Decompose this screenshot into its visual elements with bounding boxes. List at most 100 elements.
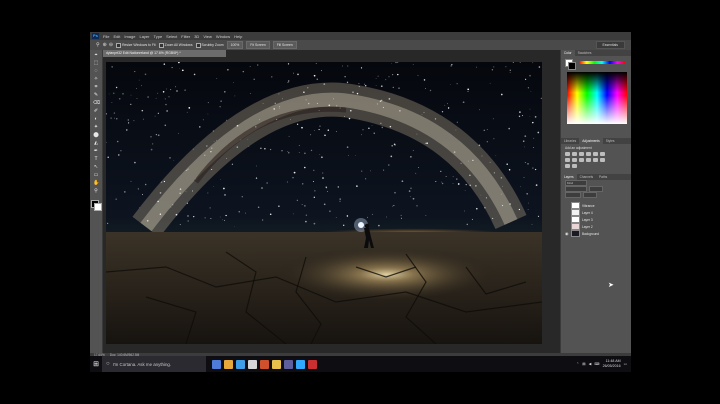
zoom-tool-icon[interactable]: ⚲: [93, 188, 99, 194]
image-canvas[interactable]: [106, 62, 542, 344]
workspace-select[interactable]: Essentials: [595, 41, 625, 49]
star: [305, 99, 307, 101]
dodge-tool-icon[interactable]: ◐: [93, 116, 99, 122]
menu-file[interactable]: File: [101, 34, 111, 39]
star: [170, 206, 172, 208]
layer-row[interactable]: Layer 3: [561, 216, 631, 223]
menu-layer[interactable]: Layer: [137, 34, 151, 39]
gradient-map-icon[interactable]: [572, 164, 577, 168]
taskbar-app-icon[interactable]: [248, 359, 257, 369]
brush-tool-icon[interactable]: ✎: [93, 92, 99, 98]
star: [128, 122, 130, 124]
taskbar-app-icon[interactable]: [284, 359, 293, 369]
channel-mixer-icon[interactable]: [586, 158, 591, 162]
lock-options[interactable]: [565, 192, 581, 198]
fit-screen-button[interactable]: Fit Screen: [246, 41, 270, 49]
document-tab[interactable]: dylanprt32 Edit Nationreland @ 17.6% (RG…: [103, 50, 226, 57]
taskbar-app-icon[interactable]: [308, 359, 317, 369]
menu-edit[interactable]: Edit: [111, 34, 122, 39]
star: [518, 115, 521, 118]
type-tool-icon[interactable]: T: [93, 156, 99, 162]
healing-tool-icon[interactable]: ✦: [93, 124, 99, 130]
star: [269, 148, 272, 151]
star: [532, 62, 534, 64]
exposure-icon[interactable]: [586, 152, 591, 156]
color-swatches[interactable]: [91, 200, 102, 211]
star: [127, 119, 129, 121]
hue-slider[interactable]: [579, 61, 625, 64]
volume-icon[interactable]: ◀: [589, 362, 592, 366]
clock[interactable]: 11:48 AM 26/05/2016: [603, 359, 621, 369]
zoom-all-windows-checkbox[interactable]: Zoom All Windows: [158, 42, 193, 48]
layer-row[interactable]: Layer 4: [561, 209, 631, 216]
black-white-icon[interactable]: [572, 158, 577, 162]
star: [142, 118, 144, 120]
cortana-search-placeholder: I'm Cortana. Ask me anything.: [112, 361, 172, 367]
windows-start-icon[interactable]: ⊞: [90, 356, 102, 372]
curves-icon[interactable]: [579, 152, 584, 156]
menu-help[interactable]: Help: [232, 34, 244, 39]
crop-tool-icon[interactable]: ⌗: [93, 84, 99, 90]
color-spectrum[interactable]: [567, 72, 627, 124]
gradient-tool-icon[interactable]: ◭: [93, 140, 99, 146]
scrubby-zoom-checkbox[interactable]: Scrubby Zoom: [195, 42, 224, 48]
blur-tool-icon[interactable]: ⬤: [93, 132, 99, 138]
taskbar-app-icon[interactable]: [236, 359, 245, 369]
layer-name: Layer 3: [582, 217, 593, 222]
levels-icon[interactable]: [572, 152, 577, 156]
layer-row[interactable]: Layer 2: [561, 223, 631, 230]
zoom-out-icon[interactable]: ⊖: [109, 42, 113, 48]
posterize-icon[interactable]: [600, 158, 605, 162]
quick-select-tool-icon[interactable]: ✧: [93, 76, 99, 82]
menu-type[interactable]: Type: [152, 34, 165, 39]
zoom-100-button[interactable]: 100%: [226, 41, 244, 49]
menu-3d[interactable]: 3D: [192, 34, 201, 39]
threshold-icon[interactable]: [565, 164, 570, 168]
marquee-tool-icon[interactable]: ⬚: [93, 60, 99, 66]
taskbar-app-icon[interactable]: [296, 359, 305, 369]
history-brush-tool-icon[interactable]: ✐: [93, 108, 99, 114]
star: [313, 74, 316, 77]
resize-windows-checkbox[interactable]: Resize Windows to Fit: [116, 42, 156, 48]
brightness-icon[interactable]: [565, 152, 570, 156]
menu-view[interactable]: View: [201, 34, 214, 39]
fill-field[interactable]: [583, 192, 597, 198]
menu-filter[interactable]: Filter: [179, 34, 192, 39]
invert-icon[interactable]: [593, 158, 598, 162]
menu-window[interactable]: Window: [214, 34, 232, 39]
photo-filter-icon[interactable]: [579, 158, 584, 162]
shape-tool-icon[interactable]: ▭: [93, 172, 99, 178]
taskbar-app-icon[interactable]: [260, 359, 269, 369]
vibrance-icon[interactable]: [593, 152, 598, 156]
color-balance-icon[interactable]: [565, 158, 570, 162]
menu-image[interactable]: Image: [122, 34, 137, 39]
move-tool-icon[interactable]: ⌖: [93, 52, 99, 58]
layer-row[interactable]: Vibrance: [561, 202, 631, 209]
zoom-in-icon[interactable]: ⊕: [103, 42, 107, 48]
star: [302, 183, 304, 185]
star: [144, 73, 147, 76]
star: [446, 103, 448, 105]
star: [501, 204, 504, 207]
menu-select[interactable]: Select: [164, 34, 179, 39]
taskbar-app-icon[interactable]: [224, 359, 233, 369]
visibility-eye-icon[interactable]: ◉: [565, 231, 569, 236]
taskbar-app-icon[interactable]: [272, 359, 281, 369]
layer-row[interactable]: ◉ Background: [561, 230, 631, 237]
hue-saturation-icon[interactable]: [600, 152, 605, 156]
pen-tool-icon[interactable]: ✒: [93, 148, 99, 154]
background-color[interactable]: [94, 203, 102, 211]
fill-screen-button[interactable]: Fill Screen: [272, 41, 297, 49]
chevron-up-icon[interactable]: ⌃: [576, 362, 579, 366]
lasso-tool-icon[interactable]: ◌: [93, 68, 99, 74]
star: [523, 177, 525, 178]
hand-tool-icon[interactable]: ✋: [93, 180, 99, 186]
path-select-tool-icon[interactable]: ↖: [93, 164, 99, 170]
notifications-icon[interactable]: ▭: [624, 362, 627, 366]
keyboard-icon[interactable]: ⌨: [594, 362, 599, 366]
taskbar-app-icon[interactable]: [212, 359, 221, 369]
eraser-tool-icon[interactable]: ⌫: [93, 100, 100, 106]
network-icon[interactable]: ▤: [582, 362, 585, 366]
panel-background-color[interactable]: [568, 62, 576, 70]
cortana-search-box[interactable]: ○ I'm Cortana. Ask me anything.: [102, 356, 206, 372]
